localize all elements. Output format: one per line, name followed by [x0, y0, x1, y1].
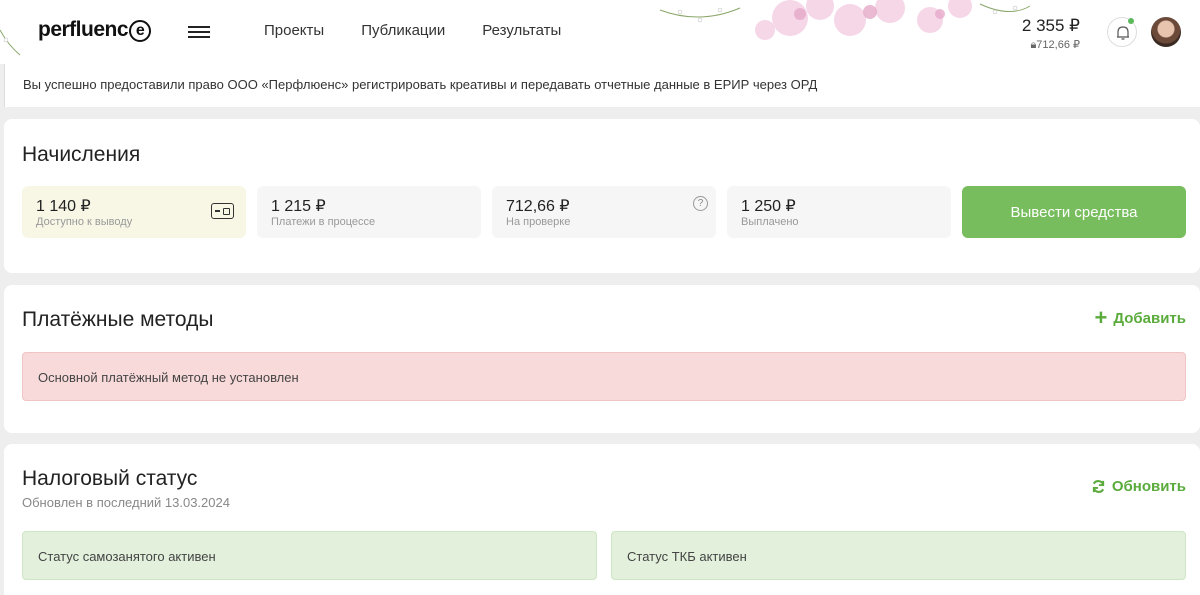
status-text: Статус ТКБ активен [627, 549, 747, 564]
accruals-title: Начисления [22, 143, 141, 166]
top-header: perfluenc e Проекты Публикации Результаты… [0, 0, 1200, 64]
withdraw-button[interactable]: Вывести средства [962, 186, 1186, 238]
tkb-status: Статус ТКБ активен [611, 531, 1186, 580]
tile-value: 712,66 ₽ [506, 198, 570, 215]
menu-icon[interactable] [188, 26, 210, 38]
balance-hold: 🔒︎712,66 ₽ [1030, 39, 1080, 51]
ord-notice: Вы успешно предоставили право ООО «Перфл… [4, 64, 1200, 107]
tile-label: Платежи в процессе [271, 216, 376, 228]
tile-available: 1 140 ₽ Доступно к выводу [22, 186, 246, 238]
logo[interactable]: perfluenc e [38, 18, 152, 43]
accruals-card: Начисления 1 140 ₽ Доступно к выводу 1 2… [4, 119, 1200, 273]
status-text: Статус самозанятого активен [38, 549, 216, 564]
refresh-button[interactable]: Обновить [1091, 478, 1186, 495]
payment-alert: Основной платёжный метод не установлен [22, 352, 1186, 401]
refresh-label: Обновить [1111, 478, 1186, 495]
avatar[interactable] [1151, 17, 1181, 47]
nav-item-results[interactable]: Результаты [482, 22, 561, 39]
nav-item-publications[interactable]: Публикации [361, 22, 445, 39]
tile-label: Доступно к выводу [36, 216, 133, 228]
floral-decoration [0, 0, 1031, 56]
payment-methods-title: Платёжные методы [22, 308, 214, 331]
notice-text: Вы успешно предоставили право ООО «Перфл… [23, 77, 818, 92]
tile-on-review: 712,66 ₽ На проверке ? [492, 186, 716, 238]
add-payment-button[interactable]: + Добавить [1094, 307, 1186, 329]
notifications-button[interactable] [1107, 17, 1137, 47]
wallet-icon [211, 203, 234, 219]
payment-methods-card: Платёжные методы + Добавить Основной пла… [4, 285, 1200, 433]
notification-dot [1128, 18, 1134, 24]
plus-icon: + [1094, 305, 1108, 330]
refresh-icon [1092, 480, 1104, 493]
tile-label: Выплачено [741, 216, 799, 228]
tile-value: 1 140 ₽ [36, 198, 91, 215]
tax-status-card: Налоговый статус Обновлен в последний 13… [4, 444, 1200, 595]
tile-in-process: 1 215 ₽ Платежи в процессе [257, 186, 481, 238]
tile-value: 1 250 ₽ [741, 198, 796, 215]
question-icon[interactable]: ? [693, 196, 708, 211]
self-employed-status: Статус самозанятого активен [22, 531, 597, 580]
add-label: Добавить [1113, 309, 1186, 327]
tile-label: На проверке [506, 216, 571, 228]
nav-item-projects[interactable]: Проекты [264, 22, 324, 39]
tax-status-title: Налоговый статус [22, 467, 198, 490]
tax-updated-date: Обновлен в последний 13.03.2024 [22, 495, 230, 510]
balance[interactable]: 2 355 ₽ 🔒︎712,66 ₽ [1022, 16, 1080, 52]
tile-paid: 1 250 ₽ Выплачено [727, 186, 951, 238]
tile-value: 1 215 ₽ [271, 198, 326, 215]
payment-alert-text: Основной платёжный метод не установлен [38, 370, 299, 385]
main-nav: Проекты Публикации Результаты [264, 22, 561, 39]
balance-main: 2 355 ₽ [1021, 16, 1080, 35]
